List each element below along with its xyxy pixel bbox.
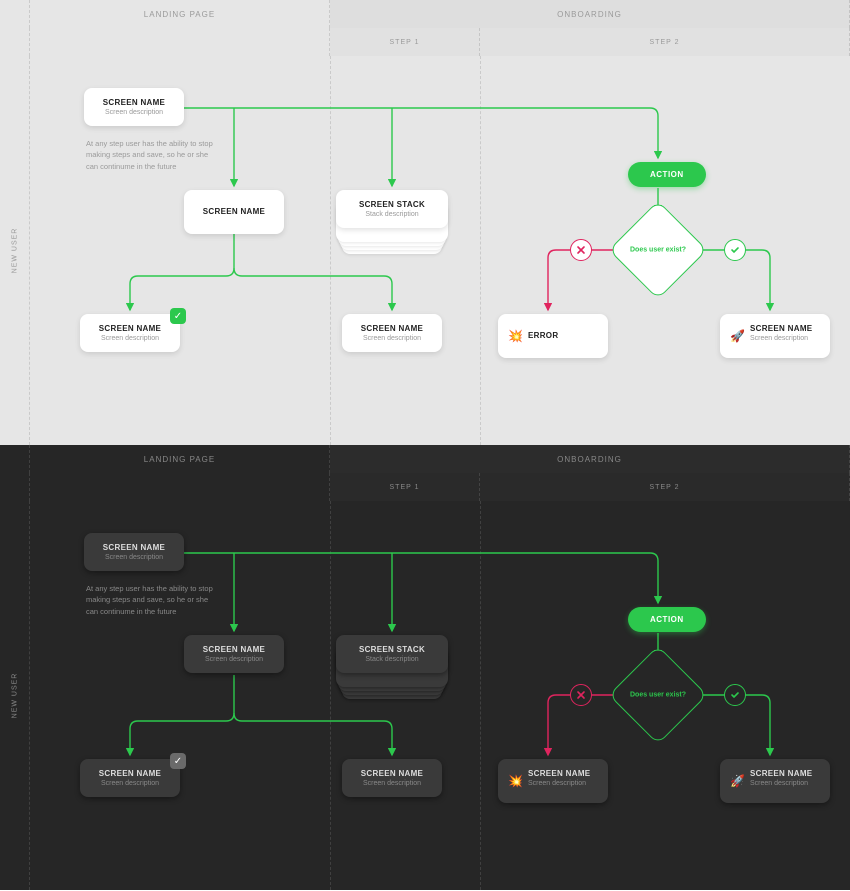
node-decision: Does user exist?: [623, 660, 693, 730]
col-landing: LANDING PAGE: [30, 445, 330, 473]
note: At any step user has the ability to stop…: [86, 138, 216, 172]
decision-no-icon: [570, 239, 592, 261]
col-step1: STEP 1: [330, 28, 480, 56]
node-success: 🚀 SCREEN NAME Screen description: [720, 314, 830, 358]
node-action: ACTION: [628, 607, 706, 632]
node-stack: SCREEN STACK Stack description: [336, 190, 448, 228]
decision-yes-icon: [724, 684, 746, 706]
node-action: ACTION: [628, 162, 706, 187]
col-step1: STEP 1: [330, 473, 480, 501]
decision-no-icon: [570, 684, 592, 706]
col-step2: STEP 2: [480, 473, 850, 501]
node-bottom-right: SCREEN NAME Screen description: [342, 314, 442, 352]
node-decision: Does user exist?: [623, 215, 693, 285]
node-success: 🚀 SCREEN NAME Screen description: [720, 759, 830, 803]
lane-new-user: NEW USER: [0, 56, 30, 445]
column-headers: LANDING PAGE ONBOARDING: [0, 0, 850, 28]
node-bottom-left: SCREEN NAME Screen description ✓: [80, 759, 180, 797]
node-start: SCREEN NAME Screen description: [84, 533, 184, 571]
col-onboarding: ONBOARDING: [330, 445, 850, 473]
node-error: 💥 ERROR: [498, 314, 608, 358]
col-landing: LANDING PAGE: [30, 0, 330, 28]
col-onboarding: ONBOARDING: [330, 0, 850, 28]
col-step2: STEP 2: [480, 28, 850, 56]
note: At any step user has the ability to stop…: [86, 583, 216, 617]
collision-icon: 💥: [508, 774, 523, 788]
sub-headers: STEP 1 STEP 2: [0, 473, 850, 501]
rocket-icon: 🚀: [730, 329, 745, 343]
sub-headers: STEP 1 STEP 2: [0, 28, 850, 56]
check-stamp-icon: ✓: [170, 308, 186, 324]
collision-icon: 💥: [508, 329, 523, 343]
node-error: 💥 SCREEN NAME Screen description: [498, 759, 608, 803]
node-mid: SCREEN NAME: [184, 190, 284, 234]
node-bottom-left: SCREEN NAME Screen description ✓: [80, 314, 180, 352]
flow-light: LANDING PAGE ONBOARDING STEP 1 STEP 2 NE…: [0, 0, 850, 445]
check-stamp-icon: ✓: [170, 753, 186, 769]
decision-yes-icon: [724, 239, 746, 261]
node-mid: SCREEN NAME Screen description: [184, 635, 284, 673]
node-bottom-right: SCREEN NAME Screen description: [342, 759, 442, 797]
column-headers: LANDING PAGE ONBOARDING: [0, 445, 850, 473]
node-stack: SCREEN STACK Stack description: [336, 635, 448, 673]
flow-dark: LANDING PAGE ONBOARDING STEP 1 STEP 2 NE…: [0, 445, 850, 890]
rocket-icon: 🚀: [730, 774, 745, 788]
node-start: SCREEN NAME Screen description: [84, 88, 184, 126]
lane-new-user: NEW USER: [0, 501, 30, 890]
